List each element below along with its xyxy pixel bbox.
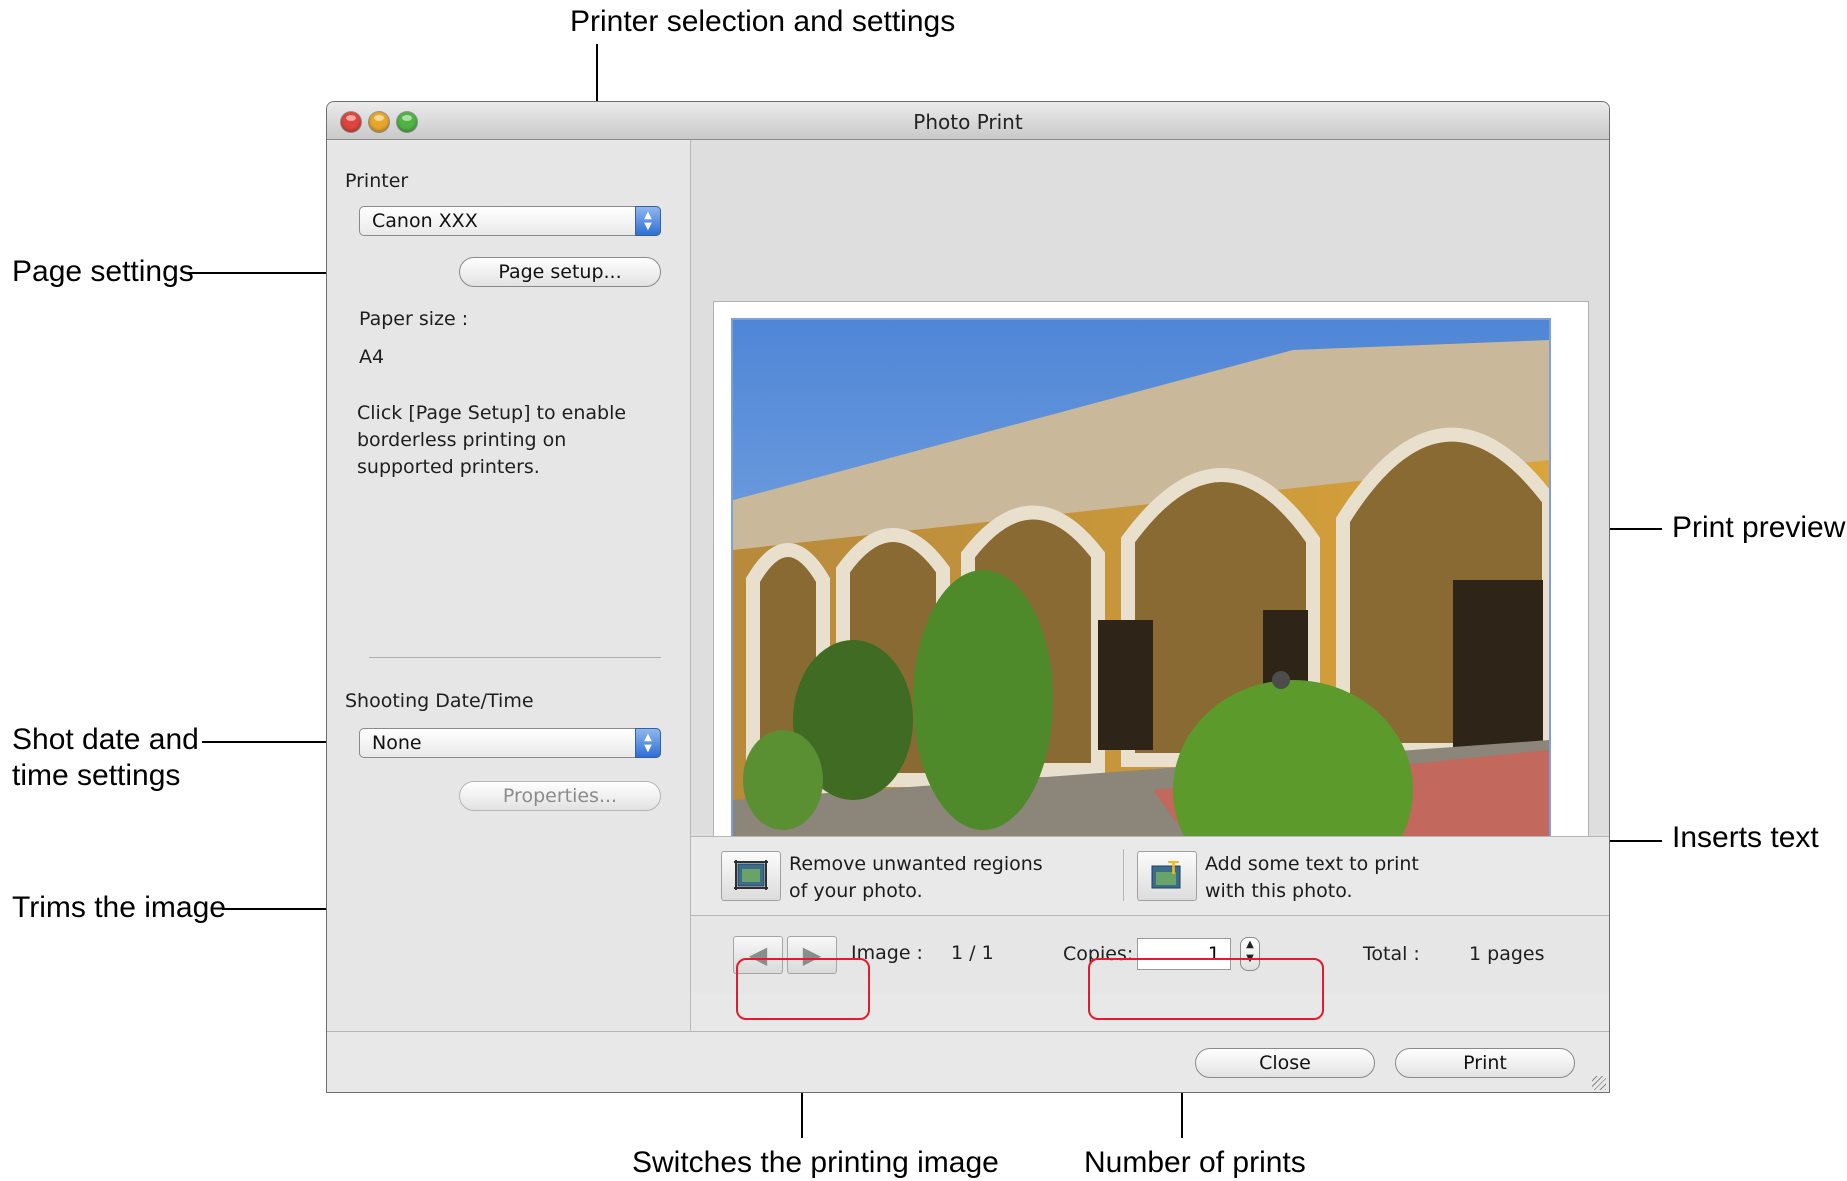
- printer-select[interactable]: Canon XXX ▲ ▼: [359, 206, 661, 236]
- properties-button[interactable]: Properties...: [459, 781, 661, 811]
- settings-sidebar: Printer Canon XXX ▲ ▼ Page setup... Paper…: [327, 140, 691, 1031]
- total-label: Total :: [1363, 943, 1420, 965]
- print-preview-area: [691, 140, 1609, 908]
- total-value: 1 pages: [1469, 943, 1545, 965]
- callout-shot-date-2: time settings: [12, 759, 181, 792]
- page-setup-button[interactable]: Page setup...: [459, 257, 661, 287]
- callout-printer-selection: Printer selection and settings: [570, 5, 956, 38]
- insert-text-description-line: with this photo.: [1205, 880, 1353, 902]
- tools-divider: [1123, 849, 1124, 901]
- callout-number-prints: Number of prints: [1084, 1146, 1306, 1179]
- close-button[interactable]: Close: [1195, 1048, 1375, 1078]
- shooting-date-select-value: None: [372, 732, 422, 754]
- insert-text-description-line: Add some text to print: [1205, 853, 1419, 875]
- paper-size-value: A4: [359, 346, 385, 368]
- paper-size-label: Paper size :: [359, 308, 469, 330]
- image-counter: 1 / 1: [951, 942, 994, 964]
- trim-icon: [734, 860, 768, 890]
- photo-print-window: Photo Print Printer Canon XXX ▲ ▼ Page se…: [326, 101, 1610, 1093]
- title-bar: Photo Print: [327, 102, 1609, 140]
- trim-button[interactable]: [721, 851, 781, 901]
- callout-trims: Trims the image: [12, 891, 226, 924]
- callout-switches: Switches the printing image: [632, 1146, 999, 1179]
- preview-paper: [713, 301, 1589, 908]
- trim-description-line: of your photo.: [789, 880, 923, 902]
- sidebar-divider: [369, 657, 661, 658]
- shooting-date-label: Shooting Date/Time: [345, 690, 534, 712]
- preview-photo: [731, 318, 1551, 902]
- tools-row: Remove unwanted regions of your photo. T…: [691, 836, 1609, 916]
- highlight-box-navigation: [736, 958, 870, 1020]
- insert-text-description: Add some text to print with this photo.: [1205, 851, 1419, 905]
- trim-description: Remove unwanted regions of your photo.: [789, 851, 1043, 905]
- shooting-date-select[interactable]: None ▲ ▼: [359, 728, 661, 758]
- print-button[interactable]: Print: [1395, 1048, 1575, 1078]
- printer-select-value: Canon XXX: [372, 210, 478, 232]
- bottom-button-bar: Close Print: [327, 1031, 1609, 1092]
- callout-shot-date-1: Shot date and: [12, 723, 199, 756]
- popup-arrows-icon: ▲ ▼: [635, 728, 661, 758]
- highlight-box-copies: [1088, 958, 1324, 1020]
- callout-print-preview: Print preview: [1672, 511, 1846, 544]
- printer-label: Printer: [345, 170, 409, 192]
- resize-grip-icon[interactable]: [1592, 1076, 1606, 1090]
- popup-arrows-icon: ▲ ▼: [635, 206, 661, 236]
- insert-text-button[interactable]: T: [1137, 851, 1197, 901]
- courtyard-arches-image: [733, 320, 1549, 900]
- hint-text-line: borderless printing on: [357, 429, 567, 451]
- trim-description-line: Remove unwanted regions: [789, 853, 1043, 875]
- callout-page-settings: Page settings: [12, 255, 194, 288]
- callout-inserts-text: Inserts text: [1672, 821, 1819, 854]
- hint-text-line: Click [Page Setup] to enable: [357, 402, 627, 424]
- insert-text-icon: T: [1151, 858, 1181, 889]
- svg-text:T: T: [1168, 858, 1179, 878]
- hint-text-line: supported printers.: [357, 456, 540, 478]
- window-title: Photo Print: [913, 110, 1023, 134]
